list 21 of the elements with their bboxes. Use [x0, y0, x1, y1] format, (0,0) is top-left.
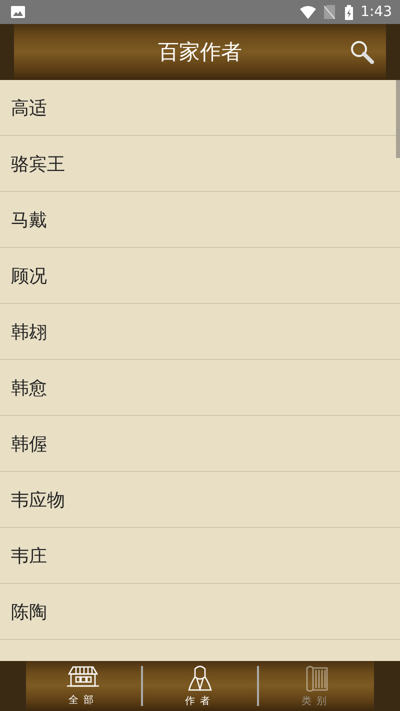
tab-button[interactable]: 作者: [142, 661, 258, 711]
battery-charging-icon: [344, 4, 353, 20]
header-title: 百家作者: [158, 39, 242, 66]
author-name[interactable]: 骆宾王: [11, 152, 65, 176]
wifi-icon: [300, 6, 316, 18]
author-name[interactable]: 高适: [11, 96, 47, 120]
author-name[interactable]: 韦庄: [11, 544, 47, 568]
search-icon[interactable]: [350, 40, 374, 64]
no-sim-icon: [324, 5, 335, 19]
tab-button[interactable]: 全部: [26, 661, 141, 711]
author-name[interactable]: 韩愈: [11, 376, 47, 400]
author-name[interactable]: 韩偓: [11, 432, 47, 456]
author-name[interactable]: 韩翃: [11, 320, 47, 344]
image-notification-icon: [11, 6, 25, 18]
scholar-icon: [187, 664, 213, 692]
clock: 1:43: [360, 4, 392, 20]
scroll-icon: [304, 664, 330, 692]
author-name[interactable]: 顾况: [11, 264, 47, 288]
author-name[interactable]: 韦应物: [11, 488, 65, 512]
author-name[interactable]: 马戴: [11, 208, 47, 232]
author-name[interactable]: 陈陶: [11, 600, 47, 624]
